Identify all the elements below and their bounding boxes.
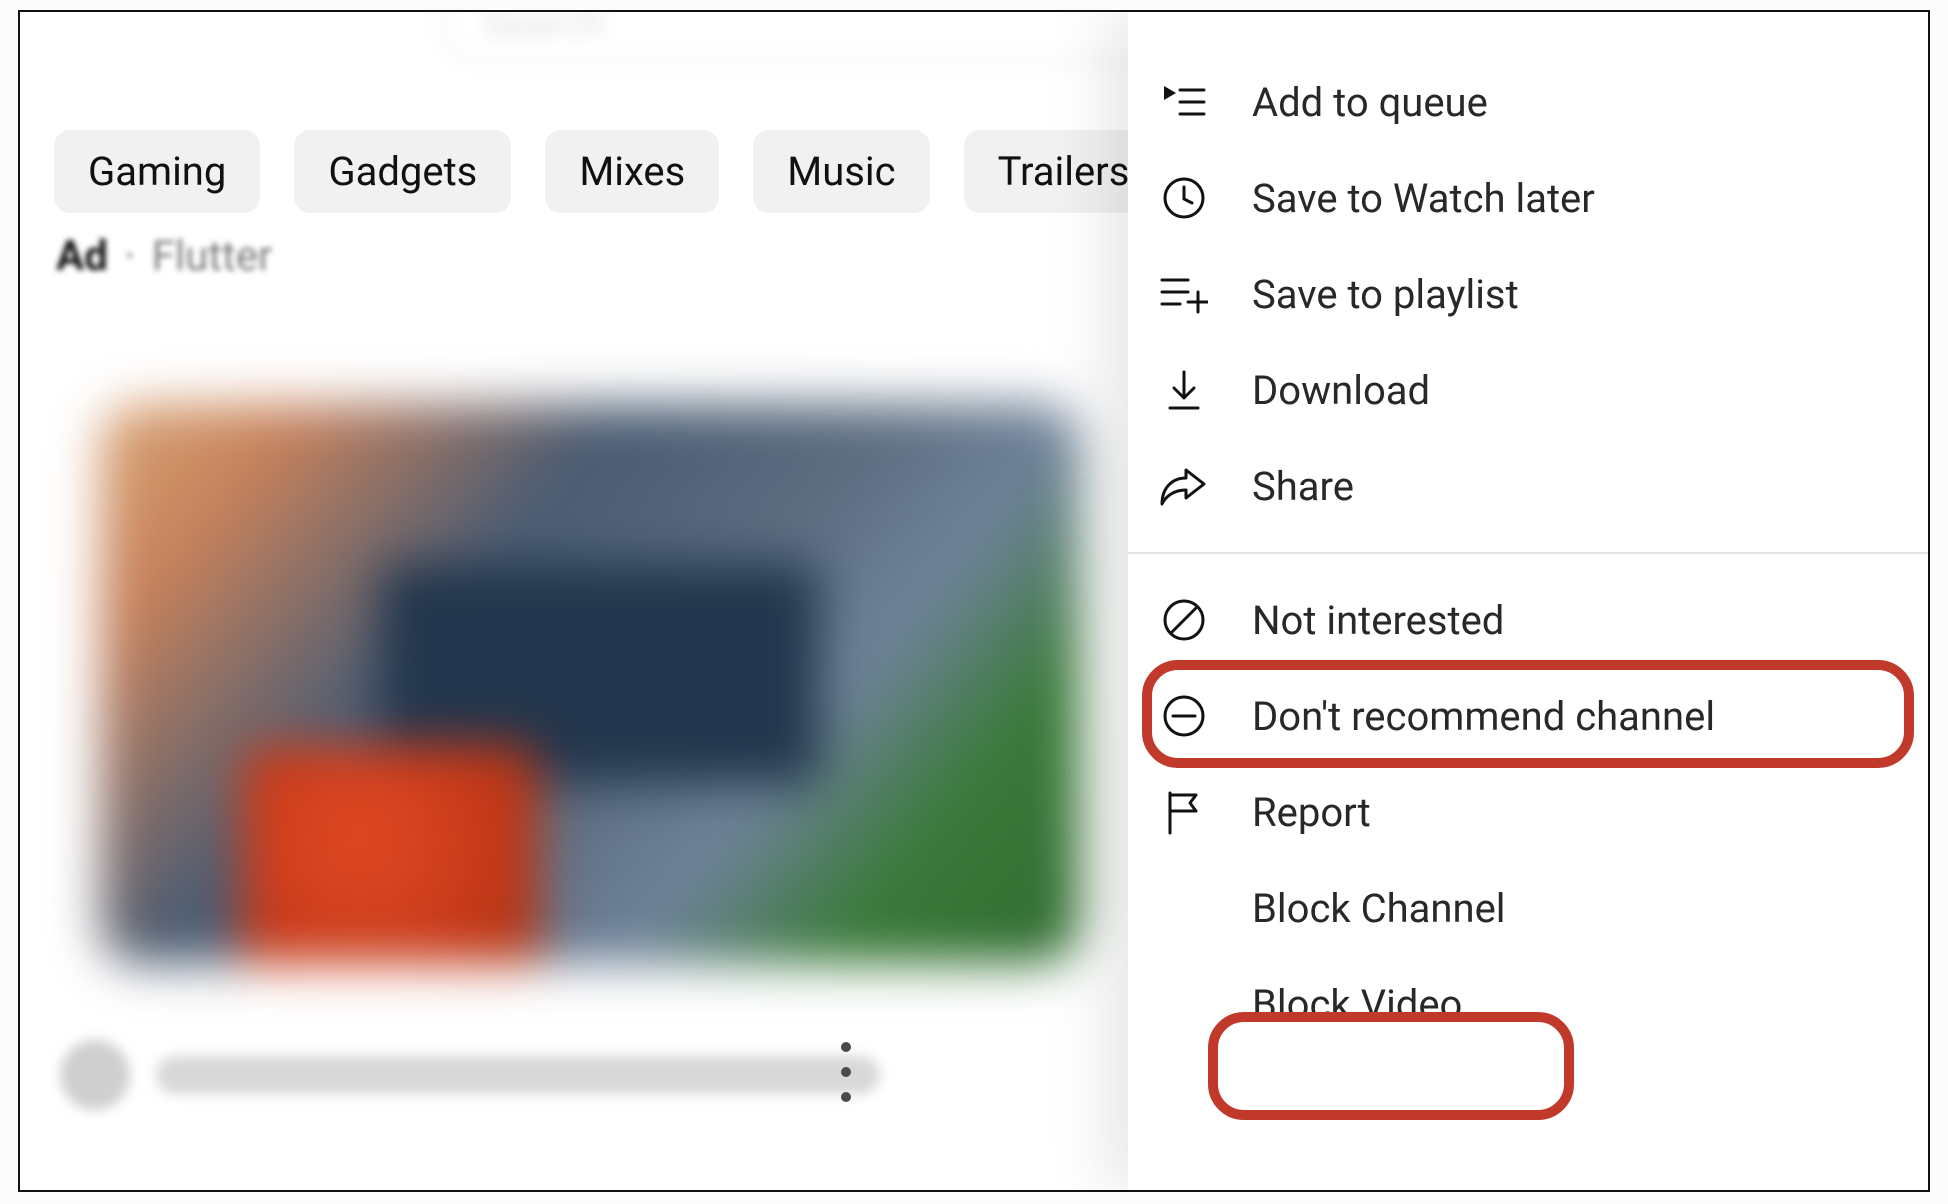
channel-avatar[interactable] bbox=[60, 1040, 130, 1110]
menu-label: Block Channel bbox=[1252, 885, 1506, 932]
search-input[interactable]: Search bbox=[440, 10, 1200, 62]
menu-watch-later[interactable]: Save to Watch later bbox=[1128, 150, 1928, 246]
share-icon bbox=[1156, 458, 1212, 514]
byline-separator: · bbox=[124, 232, 135, 281]
menu-label: Block Video bbox=[1252, 981, 1462, 1028]
clock-icon bbox=[1156, 170, 1212, 226]
chip-mixes[interactable]: Mixes bbox=[545, 130, 719, 213]
menu-share[interactable]: Share bbox=[1128, 438, 1928, 534]
ad-label: Ad bbox=[56, 232, 108, 281]
chip-label: Mixes bbox=[579, 148, 685, 195]
chip-label: Trailers bbox=[998, 148, 1130, 195]
menu-not-interested[interactable]: Not interested bbox=[1128, 572, 1928, 668]
video-title-blurred bbox=[156, 1056, 880, 1094]
menu-divider bbox=[1128, 552, 1928, 554]
playlist-add-icon bbox=[1156, 266, 1212, 322]
menu-save-playlist[interactable]: Save to playlist bbox=[1128, 246, 1928, 342]
not-interested-icon bbox=[1156, 592, 1212, 648]
video-meta-row bbox=[60, 1040, 880, 1110]
ad-byline: Ad · Flutter bbox=[56, 232, 272, 281]
dont-recommend-icon bbox=[1156, 688, 1212, 744]
download-icon bbox=[1156, 362, 1212, 418]
sponsor-name: Flutter bbox=[152, 232, 273, 281]
menu-label: Download bbox=[1252, 367, 1430, 414]
menu-label: Share bbox=[1252, 463, 1354, 510]
chip-label: Gaming bbox=[88, 148, 226, 195]
category-chips-row: Gaming Gadgets Mixes Music Trailers bbox=[54, 130, 1163, 213]
chip-music[interactable]: Music bbox=[753, 130, 929, 213]
menu-report[interactable]: Report bbox=[1128, 764, 1928, 860]
chip-label: Gadgets bbox=[328, 148, 477, 195]
search-placeholder: Search bbox=[482, 10, 605, 46]
menu-label: Save to playlist bbox=[1252, 271, 1519, 318]
blank-icon bbox=[1156, 976, 1212, 1032]
menu-dont-recommend-channel[interactable]: Don't recommend channel bbox=[1128, 668, 1928, 764]
menu-label: Not interested bbox=[1252, 597, 1504, 644]
menu-label: Add to queue bbox=[1252, 79, 1488, 126]
menu-label: Report bbox=[1252, 789, 1371, 836]
menu-label: Save to Watch later bbox=[1252, 175, 1595, 222]
report-icon bbox=[1156, 784, 1212, 840]
menu-add-to-queue[interactable]: Add to queue bbox=[1128, 54, 1928, 150]
menu-download[interactable]: Download bbox=[1128, 342, 1928, 438]
app-frame: Search Gaming Gadgets Mixes Music Traile… bbox=[18, 10, 1930, 1192]
video-thumbnail[interactable] bbox=[100, 404, 1080, 964]
chip-label: Music bbox=[787, 148, 895, 195]
video-overflow-button[interactable] bbox=[826, 1042, 866, 1102]
blank-icon bbox=[1156, 880, 1212, 936]
menu-block-channel[interactable]: Block Channel bbox=[1128, 860, 1928, 956]
menu-label: Don't recommend channel bbox=[1252, 693, 1715, 740]
queue-icon bbox=[1156, 74, 1212, 130]
menu-block-video[interactable]: Block Video bbox=[1128, 956, 1928, 1052]
chip-gaming[interactable]: Gaming bbox=[54, 130, 260, 213]
chip-gadgets[interactable]: Gadgets bbox=[294, 130, 511, 213]
video-context-menu: Add to queue Save to Watch later Save to… bbox=[1128, 12, 1928, 1190]
